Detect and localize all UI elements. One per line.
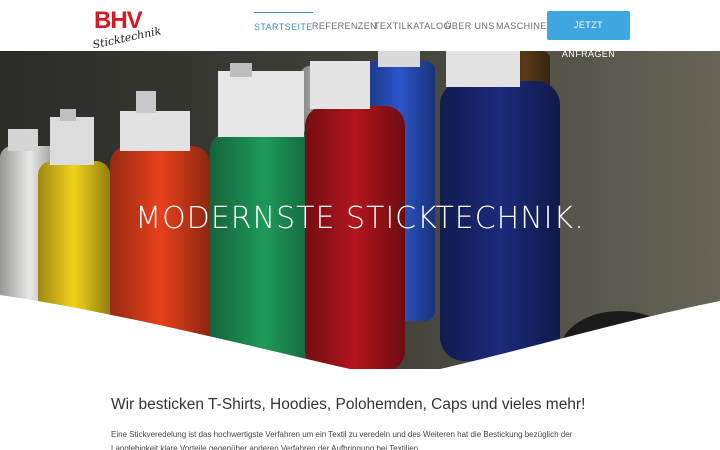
nav-maschine[interactable]: MASCHINE — [496, 12, 547, 40]
intro-section: Wir besticken T-Shirts, Hoodies, Polohem… — [111, 396, 621, 450]
nav-textilkatalog[interactable]: TEXTILKATALOG — [374, 12, 451, 40]
site-header: BHV Sticktechnik STARTSEITE REFERENZEN T… — [0, 0, 720, 59]
request-quote-button[interactable]: JETZT ANFRAGEN — [547, 11, 630, 59]
bhv-logo[interactable]: BHV Sticktechnik — [88, 4, 164, 48]
hero-banner: MODERNSTE STICKTECHNIK. — [0, 51, 720, 371]
nav-referenzen[interactable]: REFERENZEN — [312, 12, 377, 40]
intro-paragraph: Eine Stickveredelung ist das hochwertigs… — [111, 430, 573, 450]
nav-ueber-uns[interactable]: ÜBER UNS — [445, 12, 495, 40]
nav-startseite[interactable]: STARTSEITE — [254, 12, 313, 40]
hero-title: MODERNSTE STICKTECHNIK. — [135, 201, 585, 236]
intro-heading: Wir besticken T-Shirts, Hoodies, Polohem… — [111, 396, 586, 413]
